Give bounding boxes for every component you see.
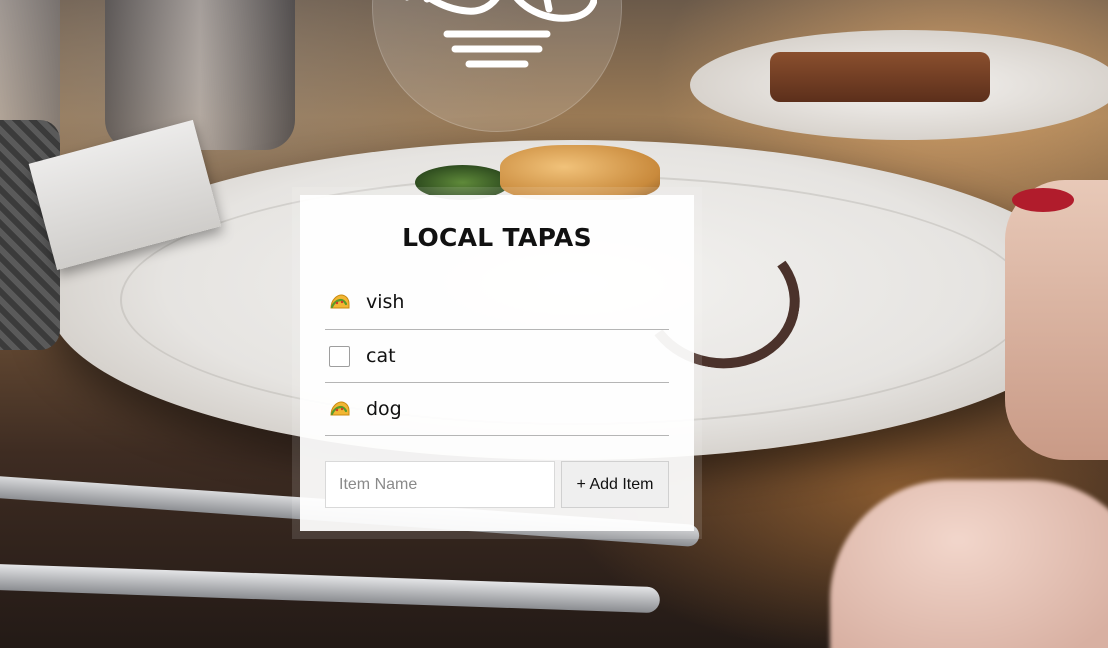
add-item-button[interactable]: + Add Item: [561, 461, 669, 508]
list-item[interactable]: cat: [325, 330, 669, 383]
taco-icon[interactable]: [329, 399, 350, 420]
list-item[interactable]: vish: [325, 275, 669, 330]
item-name-input[interactable]: [325, 461, 555, 508]
item-label: dog: [366, 398, 402, 420]
item-list: vish cat dog: [325, 275, 669, 436]
checkbox-icon[interactable]: [329, 345, 350, 367]
item-label: vish: [366, 291, 405, 313]
add-item-form: + Add Item: [325, 461, 669, 508]
page-title: LOCAL TAPAS: [402, 223, 592, 252]
list-item[interactable]: dog: [325, 383, 669, 436]
tapas-card: LOCAL TAPAS vish cat dog Item Name + Add…: [300, 195, 694, 531]
taco-icon[interactable]: [329, 292, 350, 313]
item-label: cat: [366, 345, 396, 367]
